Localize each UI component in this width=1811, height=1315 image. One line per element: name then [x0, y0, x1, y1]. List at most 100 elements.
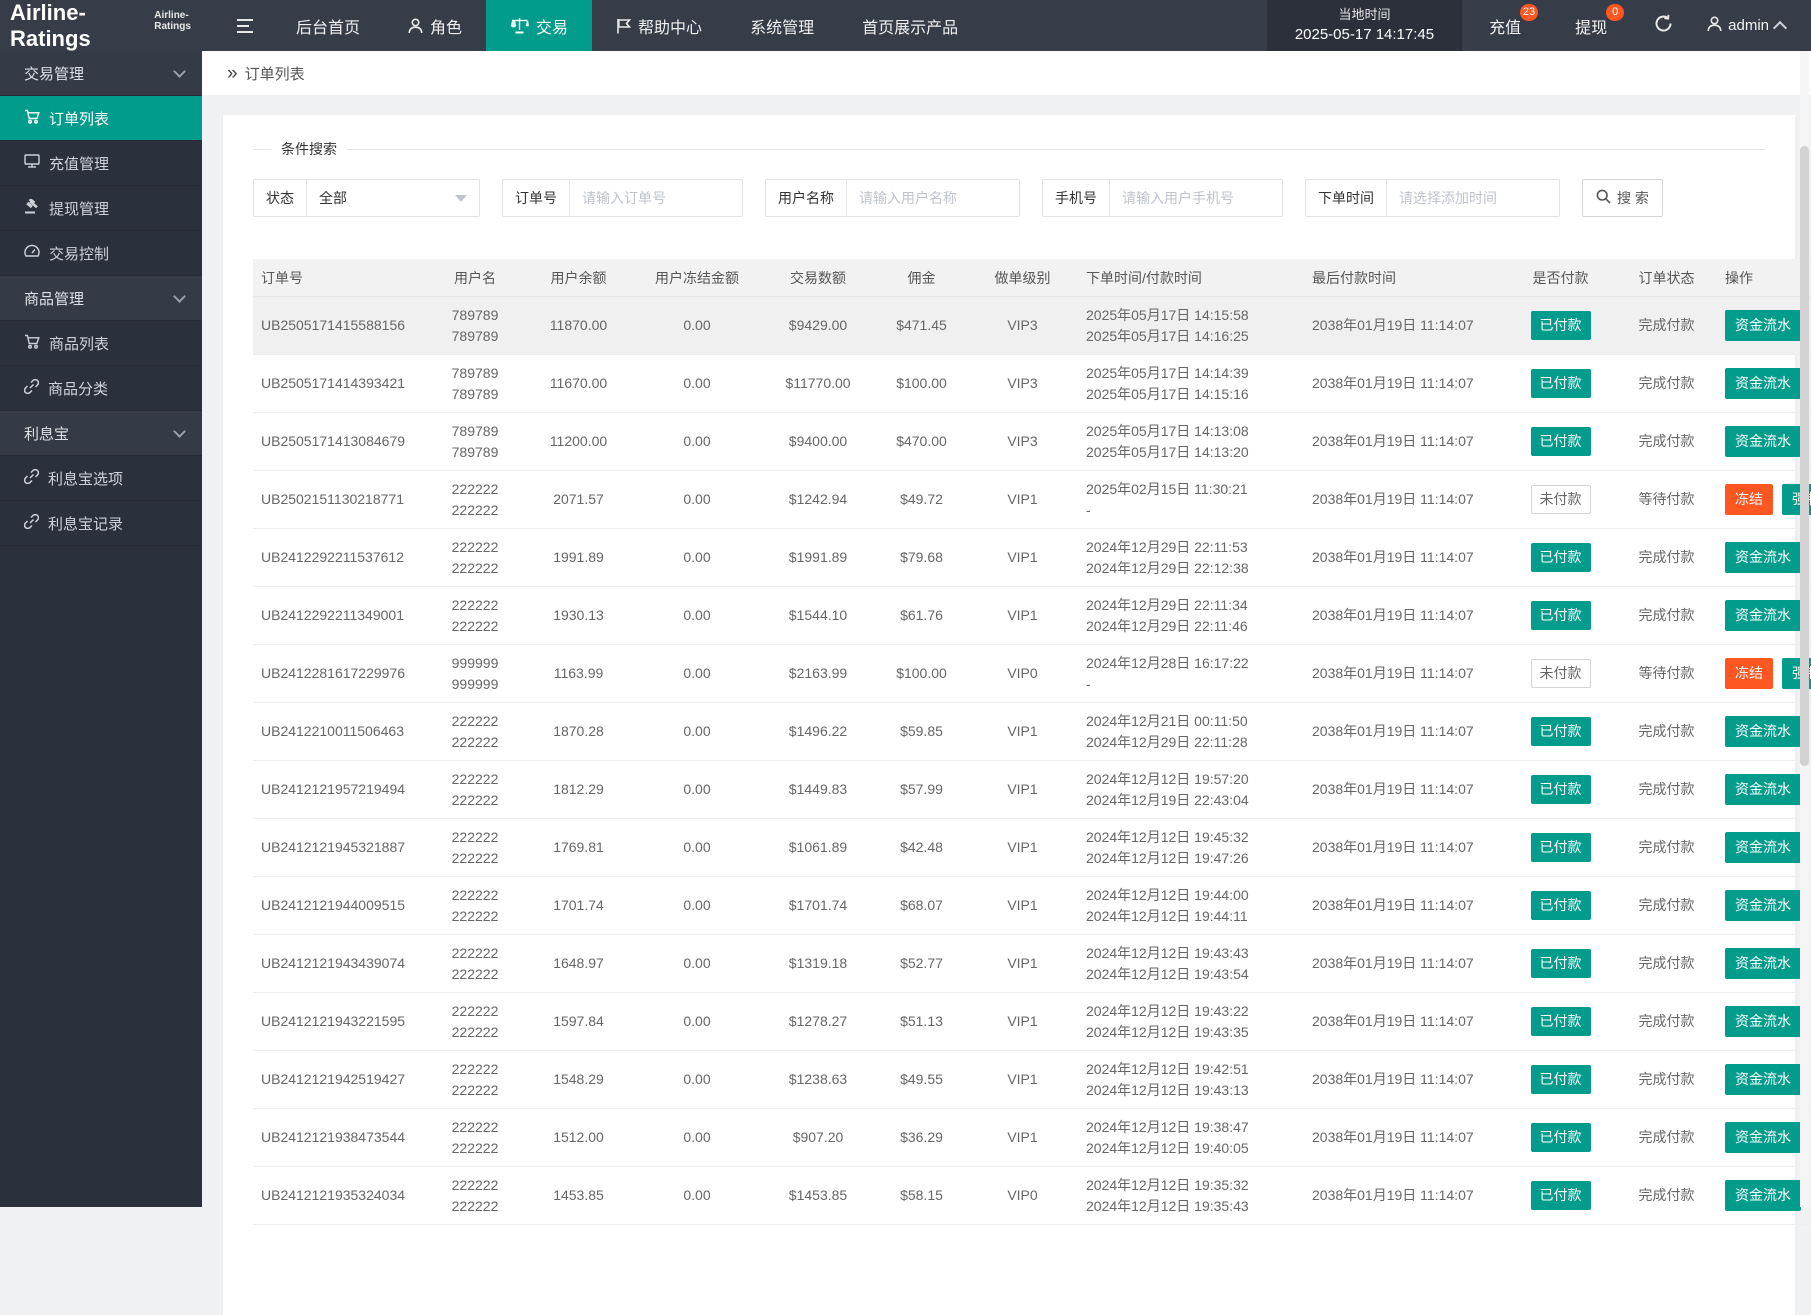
user-balance-cell: 1930.13 — [523, 587, 634, 645]
order-status-cell: 完成付款 — [1616, 935, 1717, 993]
order-no: UB2505171415588156 — [253, 297, 427, 355]
sidebar-group-trade-management[interactable]: 交易管理 — [0, 51, 202, 96]
sidebar-item-interest-options[interactable]: 利息宝选项 — [0, 456, 202, 501]
withdraw-button[interactable]: 提现 0 — [1548, 0, 1634, 51]
funds-flow-button[interactable]: 资金流水 — [1725, 1006, 1801, 1037]
order-no: UB2505171414393421 — [253, 355, 427, 413]
sidebar-item-interest-records[interactable]: 利息宝记录 — [0, 501, 202, 546]
trade-amount-cell: $1496.22 — [760, 703, 876, 761]
paid-status-cell: 已付款 — [1505, 877, 1616, 935]
breadcrumb-chevrons-icon: » — [227, 64, 238, 83]
funds-flow-button[interactable]: 资金流水 — [1725, 774, 1801, 805]
sidebar-group-product-management[interactable]: 商品管理 — [0, 276, 202, 321]
user-name-cell: 789789789789 — [427, 413, 523, 471]
main-content: 条件搜索 状态 全部 订单号 用户名称 手 — [202, 95, 1811, 1207]
funds-flow-button[interactable]: 资金流水 — [1725, 948, 1801, 979]
local-time-value: 2025-05-17 14:17:45 — [1295, 24, 1434, 47]
user-balance-cell: 1453.85 — [523, 1167, 634, 1225]
last-pay-time-cell: 2038年01月19日 11:14:07 — [1304, 587, 1505, 645]
paid-status-badge: 未付款 — [1531, 659, 1591, 688]
funds-flow-button[interactable]: 资金流水 — [1725, 426, 1801, 457]
user-frozen-cell: 0.00 — [634, 529, 760, 587]
nav-item-roles[interactable]: 角色 — [384, 0, 486, 51]
local-time-label: 当地时间 — [1338, 5, 1390, 25]
sidebar-item-product-list[interactable]: 商品列表 — [0, 321, 202, 366]
user-balance-cell: 1812.29 — [523, 761, 634, 819]
sidebar-item-product-category[interactable]: 商品分类 — [0, 366, 202, 411]
user-frozen-cell: 0.00 — [634, 877, 760, 935]
chevron-up-icon — [1773, 20, 1787, 34]
funds-flow-button[interactable]: 资金流水 — [1725, 1122, 1801, 1153]
nav-item-trade[interactable]: 交易 — [486, 0, 592, 51]
funds-flow-button[interactable]: 资金流水 — [1725, 1180, 1801, 1211]
orders-card: 条件搜索 状态 全部 订单号 用户名称 手 — [223, 115, 1795, 1315]
col-order-pay-time: 下单时间/付款时间 — [1078, 259, 1304, 297]
username-input[interactable] — [847, 180, 1019, 216]
last-pay-time-cell: 2038年01月19日 11:14:07 — [1304, 935, 1505, 993]
order-time-input[interactable] — [1387, 180, 1559, 216]
status-select[interactable]: 全部 — [307, 180, 479, 216]
paid-status-cell: 已付款 — [1505, 819, 1616, 877]
funds-flow-button[interactable]: 资金流水 — [1725, 832, 1801, 863]
order-no: UB2412281617229976 — [253, 645, 427, 703]
col-commission: 佣金 — [876, 259, 967, 297]
freeze-button[interactable]: 冻结 — [1725, 484, 1773, 515]
order-no: UB2412292211349001 — [253, 587, 427, 645]
phone-input[interactable] — [1110, 180, 1282, 216]
search-button[interactable]: 搜 索 — [1582, 179, 1663, 217]
sidebar-item-order-list[interactable]: 订单列表 — [0, 96, 202, 141]
order-pay-time-cell: 2025年02月15日 11:30:21- — [1078, 471, 1304, 529]
sidebar-group-interest-treasure[interactable]: 利息宝 — [0, 411, 202, 456]
actions-cell: 资金流水 — [1717, 935, 1811, 993]
paid-status-badge: 已付款 — [1531, 427, 1591, 456]
order-time-label: 下单时间 — [1306, 180, 1387, 216]
col-order-status: 订单状态 — [1616, 259, 1717, 297]
table-row: UB24122922115376122222222222221991.890.0… — [253, 529, 1811, 587]
nav-item-help-center[interactable]: 帮助中心 — [592, 0, 726, 51]
user-menu[interactable]: admin — [1693, 0, 1811, 51]
user-name-cell: 999999999999 — [427, 645, 523, 703]
funds-flow-button[interactable]: 资金流水 — [1725, 600, 1801, 631]
paid-status-badge: 已付款 — [1531, 1123, 1591, 1152]
last-pay-time-cell: 2038年01月19日 11:14:07 — [1304, 471, 1505, 529]
sidebar: 交易管理 订单列表 充值管理 提现管理 交易控制 商品管理 商品列表 — [0, 51, 202, 1207]
nav-item-system-settings[interactable]: 系统管理 — [726, 0, 838, 51]
refresh-button[interactable] — [1634, 0, 1693, 51]
order-pay-time-cell: 2024年12月12日 19:43:432024年12月12日 19:43:54 — [1078, 935, 1304, 993]
user-balance-cell: 11200.00 — [523, 413, 634, 471]
sidebar-toggle-button[interactable] — [218, 0, 272, 51]
nav-item-home-products[interactable]: 首页展示产品 — [838, 0, 982, 51]
orders-table: 订单号 用户名 用户余额 用户冻结金额 交易数额 佣金 做单级别 下单时间/付款… — [253, 259, 1811, 1225]
user-frozen-cell: 0.00 — [634, 1051, 760, 1109]
order-no: UB2412121944009515 — [253, 877, 427, 935]
table-row: UB25021511302187712222222222222071.570.0… — [253, 471, 1811, 529]
user-name-cell: 222222222222 — [427, 529, 523, 587]
paid-status-cell: 已付款 — [1505, 1167, 1616, 1225]
col-trade-amount: 交易数额 — [760, 259, 876, 297]
table-row: UB24121219432215952222222222221597.840.0… — [253, 993, 1811, 1051]
scrollbar-thumb[interactable] — [1800, 146, 1809, 766]
sidebar-item-recharge-management[interactable]: 充值管理 — [0, 141, 202, 186]
user-name-cell: 789789789789 — [427, 297, 523, 355]
funds-flow-button[interactable]: 资金流水 — [1725, 542, 1801, 573]
logo-superscript: Airline-Ratings — [154, 10, 218, 32]
order-no-input[interactable] — [570, 180, 742, 216]
sidebar-item-withdraw-management[interactable]: 提现管理 — [0, 186, 202, 231]
funds-flow-button[interactable]: 资金流水 — [1725, 890, 1801, 921]
funds-flow-button[interactable]: 资金流水 — [1725, 310, 1801, 341]
funds-flow-button[interactable]: 资金流水 — [1725, 1064, 1801, 1095]
funds-flow-button[interactable]: 资金流水 — [1725, 368, 1801, 399]
user-name-cell: 222222222222 — [427, 935, 523, 993]
sidebar-item-label: 商品列表 — [49, 333, 109, 354]
funds-flow-button[interactable]: 资金流水 — [1725, 716, 1801, 747]
trade-amount-cell: $1238.63 — [760, 1051, 876, 1109]
recharge-button[interactable]: 充值 23 — [1462, 0, 1548, 51]
nav-item-dashboard[interactable]: 后台首页 — [272, 0, 384, 51]
order-no: UB2412121938473544 — [253, 1109, 427, 1167]
sidebar-item-trade-control[interactable]: 交易控制 — [0, 231, 202, 276]
table-row: UB24121219353240342222222222221453.850.0… — [253, 1167, 1811, 1225]
user-frozen-cell: 0.00 — [634, 761, 760, 819]
last-pay-time-cell: 2038年01月19日 11:14:07 — [1304, 877, 1505, 935]
table-row: UB24121219572194942222222222221812.290.0… — [253, 761, 1811, 819]
freeze-button[interactable]: 冻结 — [1725, 658, 1773, 689]
